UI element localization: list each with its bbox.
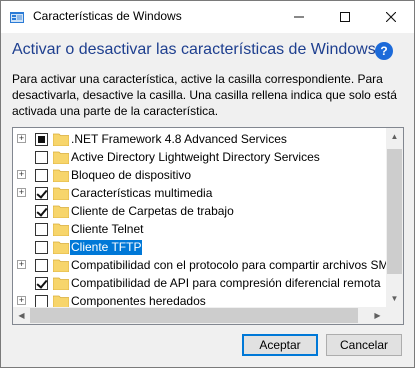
expand-icon[interactable]: + — [17, 188, 26, 197]
feature-checkbox[interactable] — [35, 187, 48, 200]
feature-checkbox[interactable] — [35, 151, 48, 164]
feature-row[interactable]: + Bloqueo de dispositivo — [13, 166, 385, 184]
scroll-right-icon[interactable]: ▶ — [369, 307, 386, 324]
title-bar: Características de Windows — [1, 1, 414, 33]
folder-icon — [53, 205, 69, 218]
feature-row[interactable]: Cliente de Carpetas de trabajo — [13, 202, 385, 220]
feature-checkbox[interactable] — [35, 205, 48, 218]
window-title: Características de Windows — [33, 9, 182, 23]
close-icon — [386, 12, 396, 22]
features-tree[interactable]: + .NET Framework 4.8 Advanced Services Act… — [12, 127, 404, 325]
folder-icon — [53, 151, 69, 164]
maximize-icon — [340, 12, 350, 22]
feature-label: Cliente Telnet — [71, 222, 144, 236]
cancel-button[interactable]: Cancelar — [326, 334, 402, 356]
feature-checkbox[interactable] — [35, 133, 48, 146]
feature-checkbox[interactable] — [35, 169, 48, 182]
scroll-up-icon[interactable]: ▲ — [386, 128, 403, 145]
folder-icon — [53, 223, 69, 236]
folder-icon — [53, 187, 69, 200]
feature-label: Active Directory Lightweight Directory S… — [71, 150, 320, 164]
feature-row[interactable]: + .NET Framework 4.8 Advanced Services — [13, 130, 385, 148]
folder-icon — [53, 133, 69, 146]
feature-checkbox[interactable] — [35, 277, 48, 290]
close-button[interactable] — [368, 1, 414, 33]
feature-checkbox[interactable] — [35, 259, 48, 272]
features-dialog: Características de Windows Activar o des… — [0, 0, 415, 368]
feature-label: .NET Framework 4.8 Advanced Services — [71, 132, 287, 146]
expand-icon[interactable]: + — [17, 260, 26, 269]
feature-row[interactable]: Cliente TFTP — [13, 238, 385, 256]
scroll-down-icon[interactable]: ▼ — [386, 290, 403, 307]
feature-row[interactable]: Active Directory Lightweight Directory S… — [13, 148, 385, 166]
feature-label: Cliente de Carpetas de trabajo — [71, 204, 234, 218]
feature-label: Bloqueo de dispositivo — [71, 168, 192, 182]
feature-row[interactable]: Compatibilidad de API para compresión di… — [13, 274, 385, 292]
folder-icon — [53, 169, 69, 182]
expand-icon[interactable]: + — [17, 296, 26, 305]
feature-label: Compatibilidad de API para compresión di… — [71, 276, 381, 290]
vertical-scroll-thumb[interactable] — [387, 149, 402, 274]
feature-label: Cliente TFTP — [70, 240, 143, 255]
scroll-left-icon[interactable]: ◀ — [13, 307, 30, 324]
ok-button[interactable]: Aceptar — [242, 334, 318, 356]
folder-icon — [53, 259, 69, 272]
expand-icon[interactable]: + — [17, 134, 26, 143]
feature-row[interactable]: + Compatibilidad con el protocolo para co… — [13, 256, 388, 274]
feature-checkbox[interactable] — [35, 223, 48, 236]
expand-icon[interactable]: + — [17, 170, 26, 179]
help-icon[interactable]: ? — [375, 42, 393, 60]
folder-icon — [53, 277, 69, 290]
minimize-icon — [294, 16, 304, 18]
windows-features-app-icon — [10, 12, 24, 23]
feature-label: Compatibilidad con el protocolo para com… — [71, 258, 389, 272]
feature-row[interactable]: Cliente Telnet — [13, 220, 385, 238]
dialog-heading: Activar o desactivar las características… — [12, 41, 376, 58]
folder-icon — [53, 241, 69, 254]
feature-row[interactable]: + Características multimedia — [13, 184, 385, 202]
dialog-description: Para activar una característica, active … — [12, 72, 397, 118]
minimize-button[interactable] — [276, 1, 322, 33]
maximize-button[interactable] — [322, 1, 368, 33]
feature-label: Características multimedia — [71, 186, 213, 200]
feature-checkbox[interactable] — [35, 241, 48, 254]
scrollbar-corner — [386, 307, 403, 324]
horizontal-scroll-thumb[interactable] — [30, 308, 358, 323]
